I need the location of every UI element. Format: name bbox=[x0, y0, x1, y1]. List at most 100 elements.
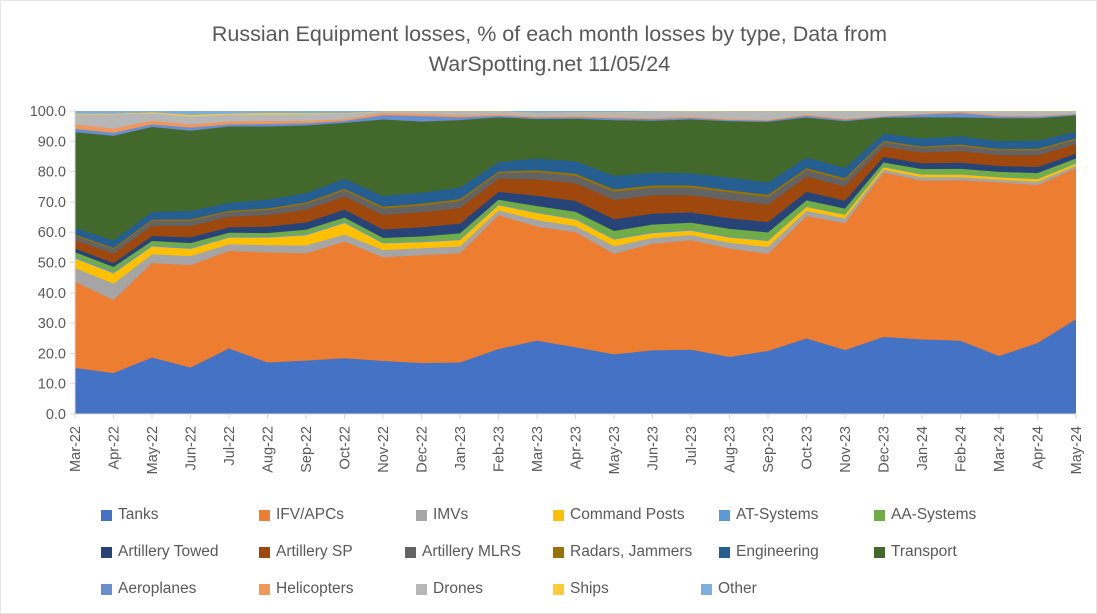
x-axis-tick-label: Aug-22 bbox=[261, 426, 277, 473]
x-axis-tick-label: Mar-22 bbox=[68, 426, 84, 472]
legend-item[interactable]: Drones bbox=[416, 575, 483, 603]
legend-color-swatch-icon bbox=[553, 583, 564, 595]
plot-area: 0.0 10.0 20.0 30.0 40.0 50.0 60.0 70.0 80.0 90.0 1… bbox=[1, 101, 1096, 501]
x-axis-tick-label: Feb-23 bbox=[492, 426, 508, 472]
y-axis-tick-label: 60.0 bbox=[38, 225, 66, 241]
x-axis-tick-label: Apr-23 bbox=[569, 426, 585, 470]
legend-item-label: AA-Systems bbox=[891, 506, 977, 523]
x-axis-tick-label: Oct-22 bbox=[338, 426, 354, 470]
x-axis-tick-label: Jan-23 bbox=[453, 426, 469, 470]
chart-title-line-2: WarSpotting.net 11/05/24 bbox=[428, 52, 671, 76]
legend-row: Aeroplanes Helicopters Drones Ships Other bbox=[1, 575, 1096, 603]
legend-color-swatch-icon bbox=[259, 509, 270, 521]
y-axis-tick-label: 80.0 bbox=[38, 165, 66, 181]
x-axis-tick-label: Jul-22 bbox=[222, 426, 238, 466]
legend-item-label: Artillery MLRS bbox=[422, 543, 522, 560]
legend-color-swatch-icon bbox=[101, 546, 112, 558]
x-axis-tick-label: Jan-24 bbox=[915, 426, 931, 470]
x-axis-tick-label: Nov-22 bbox=[376, 426, 392, 473]
legend-color-swatch-icon bbox=[553, 509, 564, 521]
chart-container: Russian Equipment losses, % of each mont… bbox=[0, 0, 1097, 614]
x-axis-tick-label: May-23 bbox=[607, 426, 623, 474]
legend-item-label: Tanks bbox=[118, 506, 159, 523]
legend-row: Tanks IFV/APCs IMVs Command Posts AT-Systems… bbox=[1, 501, 1096, 529]
legend-color-swatch-icon bbox=[874, 546, 885, 558]
legend-item[interactable]: IFV/APCs bbox=[259, 501, 344, 529]
legend-color-swatch-icon bbox=[259, 583, 270, 595]
legend-item[interactable]: Engineering bbox=[719, 538, 819, 566]
legend-color-swatch-icon bbox=[101, 583, 112, 595]
x-axis-tick-label: May-24 bbox=[1069, 426, 1085, 474]
legend-color-swatch-icon bbox=[719, 509, 730, 521]
legend-item[interactable]: Transport bbox=[874, 538, 957, 566]
x-axis-tick-label: Jun-22 bbox=[184, 426, 200, 470]
y-axis-tick-label: 20.0 bbox=[38, 346, 66, 362]
legend-item-label: IFV/APCs bbox=[276, 506, 345, 523]
legend-row: Artillery Towed Artillery SP Artillery MLR… bbox=[1, 538, 1096, 566]
legend-color-swatch-icon bbox=[874, 509, 885, 521]
x-axis-tick-label: Feb-24 bbox=[954, 426, 970, 472]
legend-color-swatch-icon bbox=[405, 546, 416, 558]
y-axis-tick-label: 50.0 bbox=[38, 256, 66, 272]
legend-color-swatch-icon bbox=[416, 583, 427, 595]
legend-item[interactable]: Command Posts bbox=[553, 501, 685, 529]
legend-item-label: Transport bbox=[891, 543, 957, 560]
x-axis-tick-label: Mar-23 bbox=[530, 426, 546, 472]
legend-item-label: Helicopters bbox=[276, 580, 354, 597]
y-axis-tick-label: 40.0 bbox=[38, 286, 66, 302]
legend-item[interactable]: Artillery MLRS bbox=[405, 538, 521, 566]
legend-item-label: Aeroplanes bbox=[118, 580, 197, 597]
x-axis-tick-label: Sep-23 bbox=[761, 426, 777, 473]
legend-item-label: Command Posts bbox=[570, 506, 685, 523]
x-axis-tick-label: Dec-23 bbox=[877, 426, 893, 473]
y-axis-tick-label: 0.0 bbox=[46, 407, 66, 423]
x-axis-tick-label: Nov-23 bbox=[838, 426, 854, 473]
legend-item-label: IMVs bbox=[433, 506, 469, 523]
legend-item[interactable]: Tanks bbox=[101, 501, 159, 529]
legend-item-label: Engineering bbox=[736, 543, 819, 560]
x-axis-tick-label: Jun-23 bbox=[646, 426, 662, 470]
legend-item-label: Radars, Jammers bbox=[570, 543, 693, 560]
legend-color-swatch-icon bbox=[101, 509, 112, 521]
legend-item[interactable]: AT-Systems bbox=[719, 501, 818, 529]
x-axis-tick-label: Mar-24 bbox=[992, 426, 1008, 472]
legend-item[interactable]: Artillery SP bbox=[259, 538, 353, 566]
legend-color-swatch-icon bbox=[701, 583, 712, 595]
legend-item[interactable]: Radars, Jammers bbox=[553, 538, 692, 566]
y-axis-tick-label: 100.0 bbox=[30, 104, 66, 120]
legend-item-label: Artillery Towed bbox=[118, 543, 219, 560]
x-axis-tick-label: Apr-24 bbox=[1031, 426, 1047, 470]
legend-item-label: Other bbox=[718, 580, 757, 597]
x-axis-tick-label: Jul-23 bbox=[684, 426, 700, 466]
x-axis-tick-label: Apr-22 bbox=[107, 426, 123, 470]
legend-color-swatch-icon bbox=[719, 546, 730, 558]
area-series-group bbox=[75, 111, 1076, 415]
chart-title-line-1: Russian Equipment losses, % of each mont… bbox=[211, 22, 888, 46]
legend-item[interactable]: Artillery Towed bbox=[101, 538, 219, 566]
y-axis-tick-label: 90.0 bbox=[38, 134, 66, 150]
legend-color-swatch-icon bbox=[553, 546, 564, 558]
x-axis-tick-label: Dec-22 bbox=[415, 426, 431, 473]
y-axis-tick-label: 70.0 bbox=[38, 195, 66, 211]
legend-item[interactable]: IMVs bbox=[416, 501, 468, 529]
legend-item-label: AT-Systems bbox=[736, 506, 819, 523]
x-axis-tick-label: Aug-23 bbox=[723, 426, 739, 473]
legend-item-label: Artillery SP bbox=[276, 543, 353, 560]
chart-legend: Tanks IFV/APCs IMVs Command Posts AT-Systems… bbox=[1, 501, 1096, 611]
legend-item[interactable]: Other bbox=[701, 575, 757, 603]
x-axis-tick-label: Sep-22 bbox=[299, 426, 315, 473]
y-axis-tick-label: 30.0 bbox=[38, 316, 66, 332]
legend-item-label: Drones bbox=[433, 580, 483, 597]
stacked-area-chart: 0.0 10.0 20.0 30.0 40.0 50.0 60.0 70.0 80.0 90.0 1… bbox=[30, 104, 1085, 474]
x-axis-tick-label: Oct-23 bbox=[800, 426, 816, 470]
x-axis-tick-label: May-22 bbox=[145, 426, 161, 474]
legend-item-label: Ships bbox=[570, 580, 609, 597]
legend-item[interactable]: Ships bbox=[553, 575, 609, 603]
legend-item[interactable]: Aeroplanes bbox=[101, 575, 196, 603]
legend-color-swatch-icon bbox=[259, 546, 270, 558]
legend-item[interactable]: Helicopters bbox=[259, 575, 354, 603]
legend-item[interactable]: AA-Systems bbox=[874, 501, 976, 529]
legend-color-swatch-icon bbox=[416, 509, 427, 521]
chart-title: Russian Equipment losses, % of each mont… bbox=[1, 19, 1096, 79]
y-axis-tick-label: 10.0 bbox=[38, 377, 66, 393]
